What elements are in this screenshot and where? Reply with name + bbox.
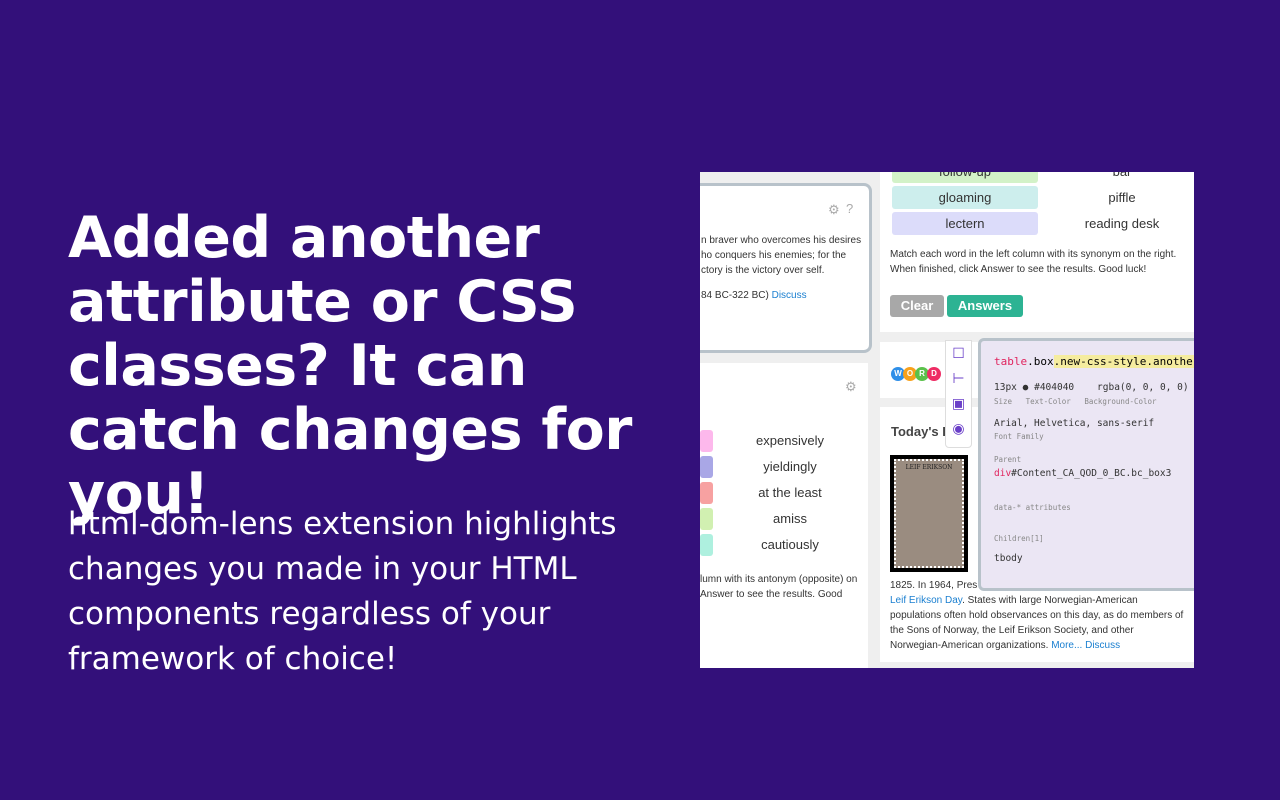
antonym-word: yieldingly <box>763 459 817 474</box>
tree-icon[interactable]: ⊢ <box>946 366 971 391</box>
color-swatch[interactable] <box>700 508 713 530</box>
font-family-value: Arial, Helvetica, sans-serif <box>994 418 1155 429</box>
letter-tile: D <box>927 367 941 381</box>
new-classes: .new-css-style.another <box>1053 355 1194 368</box>
antonym-card: ⚙ expensively yieldingly at the least amiss… <box>700 363 868 668</box>
synonym-card: follow-up bar gloaming piffle lectern reading… <box>880 172 1194 332</box>
quote-line: ho conquers his enemies; for the <box>701 250 847 261</box>
text-color-value: #404040 <box>1034 382 1075 393</box>
synonym-left[interactable]: gloaming <box>892 186 1038 209</box>
bg-color-value: rgba(0, 0, 0, 0) <box>1097 382 1189 393</box>
synonym-row[interactable]: gloaming piffle <box>892 186 1192 209</box>
antonym-word: expensively <box>756 433 824 448</box>
color-swatch[interactable] <box>700 482 713 504</box>
gear-icon[interactable]: ⚙ <box>845 379 857 395</box>
color-swatch[interactable] <box>700 430 713 452</box>
synonym-left[interactable]: follow-up <box>892 172 1038 183</box>
help-icon[interactable]: ? <box>846 201 853 216</box>
synonym-right[interactable]: reading desk <box>1052 212 1192 235</box>
synonym-row[interactable]: lectern reading desk <box>892 212 1192 235</box>
antonym-word: at the least <box>758 485 822 500</box>
today-title: Today's H <box>891 424 952 439</box>
antonym-row[interactable]: at the least <box>700 482 868 504</box>
child-tag[interactable]: tbody <box>994 553 1192 564</box>
instructions: Answer to see the results. Good <box>700 589 843 600</box>
leif-erikson-day-link[interactable]: Leif Erikson Day <box>890 595 962 606</box>
antonym-row[interactable]: amiss <box>700 508 868 530</box>
synonym-right[interactable]: bar <box>1052 172 1192 183</box>
instructions: Match each word in the left column with … <box>890 249 1177 260</box>
more-link[interactable]: More... <box>1051 640 1082 651</box>
element-tag: table <box>994 355 1028 368</box>
size-value: 13px <box>994 382 1017 393</box>
headline: Added another attribute or CSS classes? … <box>68 205 632 527</box>
color-swatch[interactable] <box>700 456 713 478</box>
quote-card: ⚙ ? n braver who overcomes his desires h… <box>700 183 872 353</box>
instructions: When finished, click Answer to see the r… <box>890 264 1147 275</box>
today-text: populations often hold observances on th… <box>890 610 1184 621</box>
subheadline: html-dom-lens extension highlights chang… <box>68 506 617 677</box>
antonym-row[interactable]: expensively <box>700 430 868 452</box>
today-text: the Sons of Norway, the Leif Erikson Soc… <box>890 625 1134 636</box>
inspector-panel: table.box.new-css-style.another 13px ● #… <box>978 338 1194 591</box>
answers-button[interactable]: Answers <box>947 295 1023 317</box>
synonym-row[interactable]: follow-up bar <box>892 172 1192 183</box>
discuss-link[interactable]: Discuss <box>1085 640 1120 651</box>
parent-selector: div#Content_CA_QOD_0_BC.bc_box3 <box>994 468 1172 479</box>
instructions: lumn with its antonym (opposite) on <box>700 574 858 585</box>
quote-line: n braver who overcomes his desires <box>701 235 862 246</box>
focus-icon[interactable]: ◉ <box>946 416 971 441</box>
comment-icon[interactable]: ▣ <box>946 391 971 416</box>
antonym-word: cautiously <box>761 537 819 552</box>
gear-icon[interactable]: ⚙ <box>828 202 840 218</box>
bookmark-icon[interactable]: ☐ <box>946 341 971 366</box>
data-attributes-label: data-* attributes <box>994 503 1071 512</box>
antonym-row[interactable]: yieldingly <box>700 456 868 478</box>
quote-line: ctory is the victory over self. <box>701 265 825 276</box>
synonym-right[interactable]: piffle <box>1052 186 1192 209</box>
screenshot-panel: ⚙ ? n braver who overcomes his desires h… <box>700 172 1194 668</box>
synonym-left[interactable]: lectern <box>892 212 1038 235</box>
discuss-link[interactable]: Discuss <box>772 290 807 301</box>
antonym-row[interactable]: cautiously <box>700 534 868 556</box>
color-swatch[interactable] <box>700 534 713 556</box>
antonym-word: amiss <box>773 511 807 526</box>
stamp-image: LEIF ERIKSON <box>890 455 968 572</box>
dom-lens-toolbar: ☐ ⊢ ▣ ◉ <box>945 340 972 448</box>
attribution: 84 BC-322 BC) <box>701 290 769 301</box>
clear-button[interactable]: Clear <box>890 295 944 317</box>
